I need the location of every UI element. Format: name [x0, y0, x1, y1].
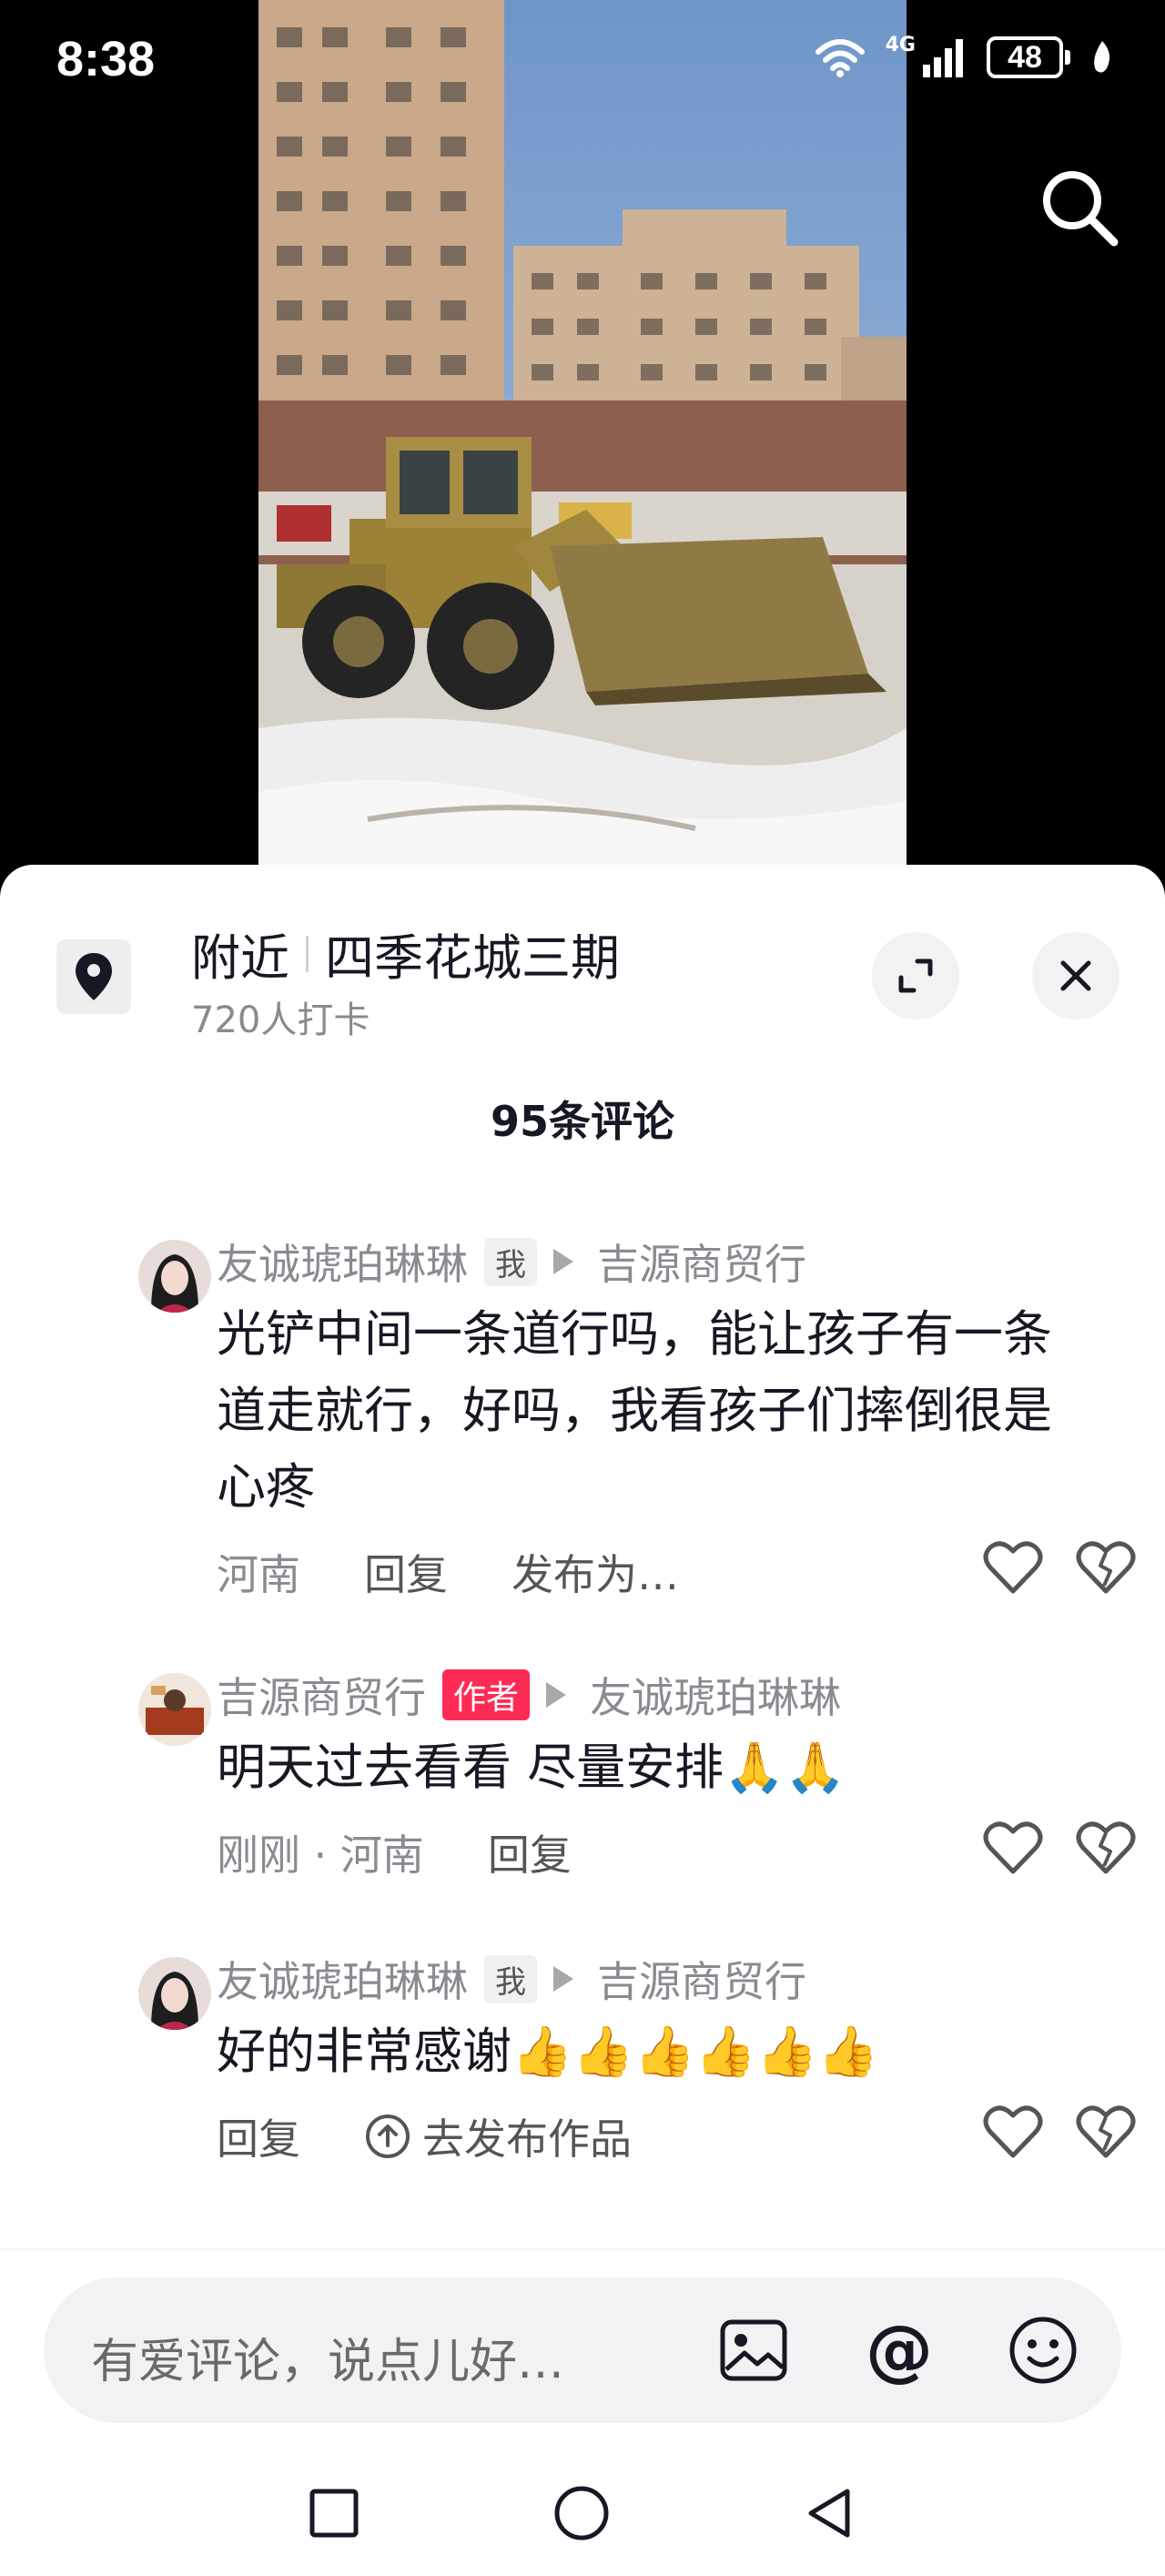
image-button[interactable] — [717, 2314, 790, 2387]
avatar[interactable] — [138, 1957, 211, 2030]
upload-icon — [364, 2113, 411, 2160]
comment-header: 友诚琥珀琳琳 我 吉源商贸行 — [217, 1950, 1127, 2008]
battery-icon: 48 — [987, 36, 1070, 78]
search-button[interactable] — [1036, 164, 1123, 251]
comment-meta: 刚刚 · 河南 回复 — [217, 1820, 1136, 1885]
comment-author[interactable]: 友诚琥珀琳琳 — [217, 1949, 468, 2009]
me-tag: 我 — [484, 1954, 537, 2003]
reply-arrow-icon — [553, 1966, 573, 1992]
home-icon[interactable] — [550, 2481, 613, 2545]
comment-input-bar[interactable]: 有爱评论，说点儿好… @ — [44, 2277, 1121, 2423]
recent-apps-icon[interactable] — [302, 2481, 366, 2545]
system-nav-bar — [0, 2449, 1165, 2576]
location-place: 四季花城三期 — [325, 929, 620, 987]
comment-text: 明天过去看看 尽量安排🙏🙏 — [217, 1739, 846, 1796]
me-tag: 我 — [484, 1237, 537, 1286]
video-thumbnail-image — [258, 0, 907, 874]
status-time: 8:38 — [56, 32, 156, 86]
at-icon[interactable]: @ — [863, 2311, 936, 2389]
comment-text: 光铲中间一条道行吗，能让孩子有一条道走就行，好吗，我看孩子们摔倒很是心疼 — [217, 1305, 1052, 1516]
location-category: 附近 — [191, 929, 289, 987]
heart-icon[interactable] — [983, 1820, 1043, 1885]
status-bar: 8:38 4G 48 — [0, 0, 1165, 127]
comment-author[interactable]: 吉源商贸行 — [217, 1665, 426, 1725]
author-tag: 作者 — [442, 1669, 531, 1720]
reply-button[interactable]: 回复 — [217, 2106, 300, 2166]
comment-header: 吉源商贸行 作者 友诚琥珀琳琳 — [217, 1666, 1127, 1724]
battery-level: 48 — [987, 36, 1063, 78]
location-separator — [306, 935, 309, 972]
go-publish-button[interactable]: 去发布作品 — [422, 2106, 632, 2166]
emoji-icon — [1009, 2317, 1077, 2384]
heart-icon[interactable] — [983, 2104, 1043, 2169]
search-icon — [1043, 171, 1119, 247]
broken-heart-icon[interactable] — [1076, 1820, 1136, 1885]
video-player[interactable] — [0, 0, 1165, 874]
comment-count: 95条评论 — [490, 1097, 674, 1146]
close-button[interactable] — [1032, 932, 1119, 1019]
close-icon — [1060, 960, 1091, 991]
wifi-icon — [815, 37, 866, 77]
network-type-label: 4G — [885, 33, 916, 56]
comment-time-location: 刚刚 · 河南 — [217, 1831, 424, 1880]
reply-button[interactable]: 回复 — [488, 1822, 572, 1882]
reply-arrow-icon — [546, 1682, 567, 1708]
heart-icon[interactable] — [983, 1540, 1043, 1605]
comment-meta: 回复 去发布作品 — [217, 2104, 1136, 2169]
reply-to-user[interactable]: 吉源商贸行 — [597, 1232, 806, 1292]
publish-as-button[interactable]: 发布为… — [512, 1542, 679, 1602]
comment-input-placeholder[interactable]: 有爱评论，说点儿好… — [91, 2323, 564, 2391]
location-pin-icon — [56, 939, 131, 1014]
comment-location: 河南 — [217, 1550, 300, 1599]
broken-heart-icon[interactable] — [1076, 1540, 1136, 1605]
video-frame[interactable] — [258, 0, 907, 874]
comment-item: 友诚琥珀琳琳 我 吉源商贸行 好的非常感谢👍👍👍👍👍👍 回复 去发布作品 — [138, 1950, 1136, 2169]
battery-tip — [1065, 50, 1070, 65]
emoji-button[interactable] — [1007, 2314, 1079, 2387]
signal-icon — [921, 37, 967, 77]
comment-text: 好的非常感谢👍👍👍👍👍👍 — [217, 2023, 879, 2080]
comment-item: 吉源商贸行 作者 友诚琥珀琳琳 明天过去看看 尽量安排🙏🙏 刚刚 · 河南 回复 — [138, 1666, 1136, 1885]
image-icon — [720, 2319, 787, 2381]
avatar[interactable] — [138, 1240, 211, 1313]
reply-arrow-icon — [553, 1249, 573, 1274]
broken-heart-icon[interactable] — [1076, 2104, 1136, 2169]
comment-meta: 河南 回复 发布为… — [217, 1540, 1136, 1605]
avatar[interactable] — [138, 1673, 211, 1746]
reply-to-user[interactable]: 友诚琥珀琳琳 — [590, 1665, 841, 1725]
comment-author[interactable]: 友诚琥珀琳琳 — [217, 1232, 468, 1292]
leaf-icon — [1090, 39, 1114, 76]
location-title[interactable]: 附近 四季花城三期 — [191, 918, 620, 989]
input-divider — [0, 2248, 1165, 2250]
location-checkins: 720人打卡 — [191, 999, 370, 1041]
status-icons: 4G 48 — [815, 33, 1114, 78]
comment-header: 友诚琥珀琳琳 我 吉源商贸行 — [217, 1232, 1127, 1291]
expand-button[interactable] — [872, 932, 959, 1019]
reply-to-user[interactable]: 吉源商贸行 — [597, 1949, 806, 2009]
comment-item: 友诚琥珀琳琳 我 吉源商贸行 光铲中间一条道行吗，能让孩子有一条道走就行，好吗，… — [138, 1232, 1136, 1605]
back-icon[interactable] — [797, 2481, 861, 2545]
expand-icon — [898, 958, 933, 993]
reply-button[interactable]: 回复 — [364, 1542, 448, 1602]
